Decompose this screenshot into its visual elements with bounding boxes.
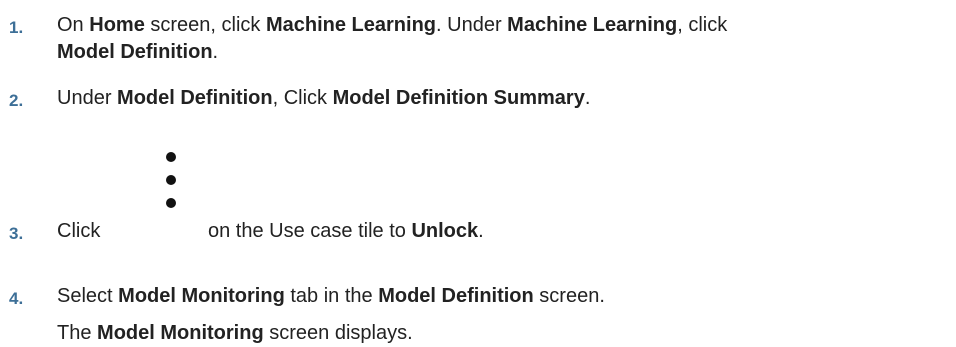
- step-text-bold: Model Monitoring: [118, 285, 285, 307]
- step-text-bold: Unlock: [411, 220, 479, 242]
- step-text-after-icon: on the Use case tile to Unlock.: [208, 218, 956, 245]
- step-text-segment: . Under: [436, 14, 508, 36]
- step-text-bold: Machine Learning: [265, 14, 437, 36]
- kebab-menu-icon[interactable]: [165, 152, 177, 212]
- kebab-dot: [166, 152, 176, 162]
- step-text: Under Model Definition, Click Model Defi…: [57, 85, 956, 112]
- kebab-dot: [166, 175, 176, 185]
- result-text-segment: The: [57, 322, 98, 344]
- step-text-segment: , click: [677, 14, 728, 36]
- step-text-continuation: Model Definition.: [57, 39, 956, 66]
- kebab-dot: [166, 198, 176, 208]
- step-text-bold: Model Definition: [117, 87, 273, 109]
- step-text-segment: screen.: [533, 285, 605, 307]
- result-text-bold: Model Monitoring: [97, 322, 264, 344]
- step-text-bold: Home: [89, 14, 145, 36]
- step-number: 2.: [9, 91, 24, 110]
- step-text-segment: Click: [57, 220, 101, 242]
- step-text-bold: Model Definition Summary: [332, 87, 585, 109]
- step-text-segment: .: [212, 41, 219, 63]
- result-text-segment: screen displays.: [263, 322, 413, 344]
- step-text-segment: Under: [57, 87, 118, 109]
- step-result-text: The Model Monitoring screen displays.: [57, 320, 413, 347]
- step-text-bold: Model Definition: [378, 285, 534, 307]
- step-text-bold: Machine Learning: [507, 14, 678, 36]
- step-text-segment: .: [584, 87, 591, 109]
- step-text-segment: .: [478, 220, 484, 242]
- step-number: 4.: [9, 289, 24, 308]
- step-text-segment: On: [57, 14, 90, 36]
- step-text-segment: Select: [57, 285, 119, 307]
- step-text-segment: screen, click: [144, 14, 266, 36]
- step-text: Select Model Monitoring tab in the Model…: [57, 283, 956, 310]
- step-text-segment: , Click: [272, 87, 333, 109]
- step-number: 3.: [9, 224, 24, 243]
- step-text-segment: tab in the: [284, 285, 379, 307]
- step-text: On Home screen, click Machine Learning. …: [57, 12, 956, 39]
- step-text-bold: Model Definition: [57, 41, 213, 63]
- step-text-segment: on the Use case tile to: [208, 220, 412, 242]
- step-number: 1.: [9, 18, 24, 37]
